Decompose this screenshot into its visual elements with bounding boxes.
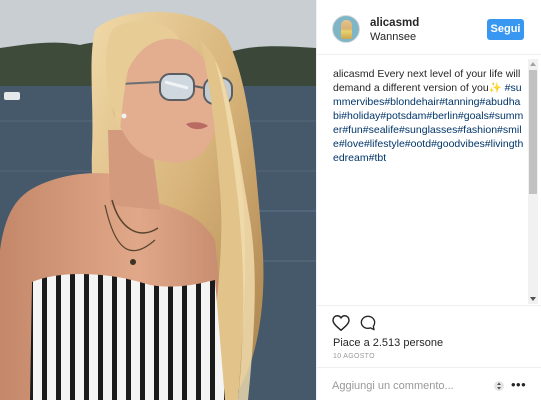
scroll-up-arrow-icon[interactable] [530, 62, 536, 66]
more-dots-icon[interactable]: ••• [511, 377, 526, 392]
comments-scrollbar[interactable] [528, 59, 538, 304]
post-details-panel: alicasmd Wannsee Segui alicasmd Every ne… [316, 0, 541, 400]
scroll-down-arrow-icon[interactable] [530, 297, 536, 301]
comment-bar: ••• [317, 367, 541, 401]
likes-count[interactable]: Piace a 2.513 persone [333, 337, 443, 349]
avatar[interactable] [332, 15, 360, 43]
post-username[interactable]: alicasmd [370, 17, 419, 29]
caption-username[interactable]: alicasmd [333, 68, 374, 80]
stepper-icon[interactable] [494, 379, 504, 393]
avatar-figure [341, 20, 352, 39]
post-photo-illustration [0, 0, 316, 400]
post-header: alicasmd Wannsee Segui [317, 0, 541, 55]
comment-icon[interactable] [360, 315, 376, 331]
caption-hashtags[interactable]: #summervibes#blondehair#tanning#abudhabi… [333, 82, 523, 164]
comment-input[interactable] [332, 378, 482, 394]
caption-area: alicasmd Every next level of your life w… [333, 67, 525, 307]
follow-button[interactable]: Segui [487, 19, 524, 40]
post-photo[interactable] [0, 0, 316, 400]
heart-icon[interactable] [332, 315, 350, 331]
post-date: 10 AGOSTO [333, 353, 375, 360]
scrollbar-thumb[interactable] [529, 70, 537, 194]
post-location[interactable]: Wannsee [370, 31, 416, 43]
